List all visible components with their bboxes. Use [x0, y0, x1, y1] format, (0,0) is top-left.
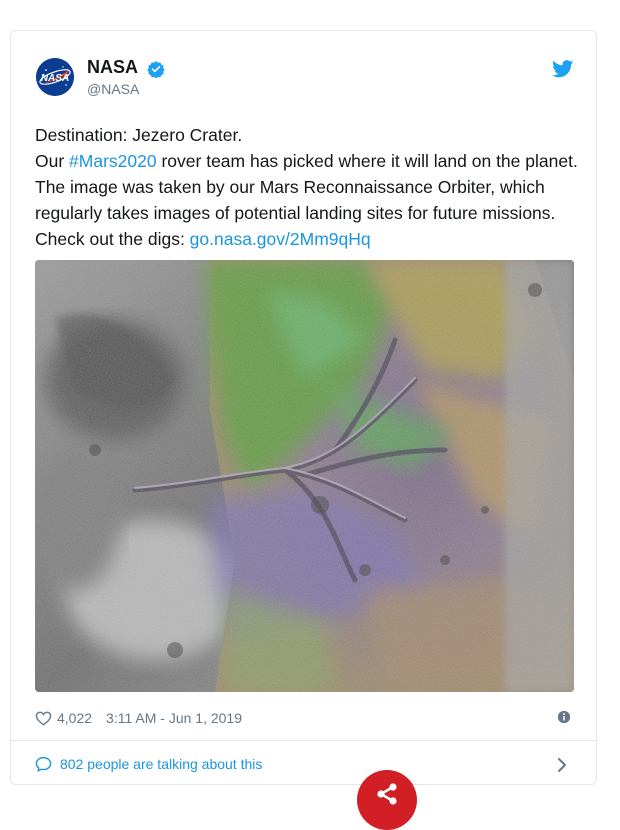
twitter-bird-icon[interactable] — [552, 60, 574, 78]
account-name[interactable]: NASA — [87, 57, 138, 78]
card-divider — [11, 740, 596, 741]
tweet-meta: 4,022 3:11 AM - Jun 1, 2019 — [35, 708, 242, 728]
nasa-logo-avatar[interactable]: NASA — [36, 58, 74, 96]
conversation-link[interactable]: 802 people are talking about this — [35, 756, 262, 772]
nasa-logo-text: NASA — [41, 73, 69, 84]
tweet-line-destination: Destination: Jezero Crater. — [35, 125, 243, 145]
like-count[interactable]: 4,022 — [57, 710, 92, 726]
jezero-crater-image — [35, 260, 574, 692]
tweet-body-prefix: Our — [35, 151, 70, 171]
tweet-text: Destination: Jezero Crater. Our #Mars202… — [35, 122, 585, 252]
verified-badge-icon — [147, 61, 165, 78]
share-icon — [377, 783, 397, 805]
share-button[interactable] — [357, 770, 417, 830]
speech-bubble-icon — [35, 756, 52, 772]
tweet-body: Our #Mars2020 rover team has picked wher… — [35, 148, 585, 252]
short-url-link[interactable]: go.nasa.gov/2Mm9qHq — [190, 229, 371, 249]
heart-icon[interactable] — [35, 710, 52, 726]
tweet-image-jezero-crater[interactable] — [35, 260, 574, 692]
chevron-right-icon[interactable] — [556, 757, 568, 773]
account-handle[interactable]: @NASA — [87, 81, 139, 97]
tweet-timestamp[interactable]: 3:11 AM - Jun 1, 2019 — [106, 710, 242, 726]
conversation-count-text[interactable]: 802 people are talking about this — [60, 756, 262, 772]
hashtag-link[interactable]: #Mars2020 — [69, 151, 157, 171]
info-icon[interactable] — [557, 710, 571, 724]
